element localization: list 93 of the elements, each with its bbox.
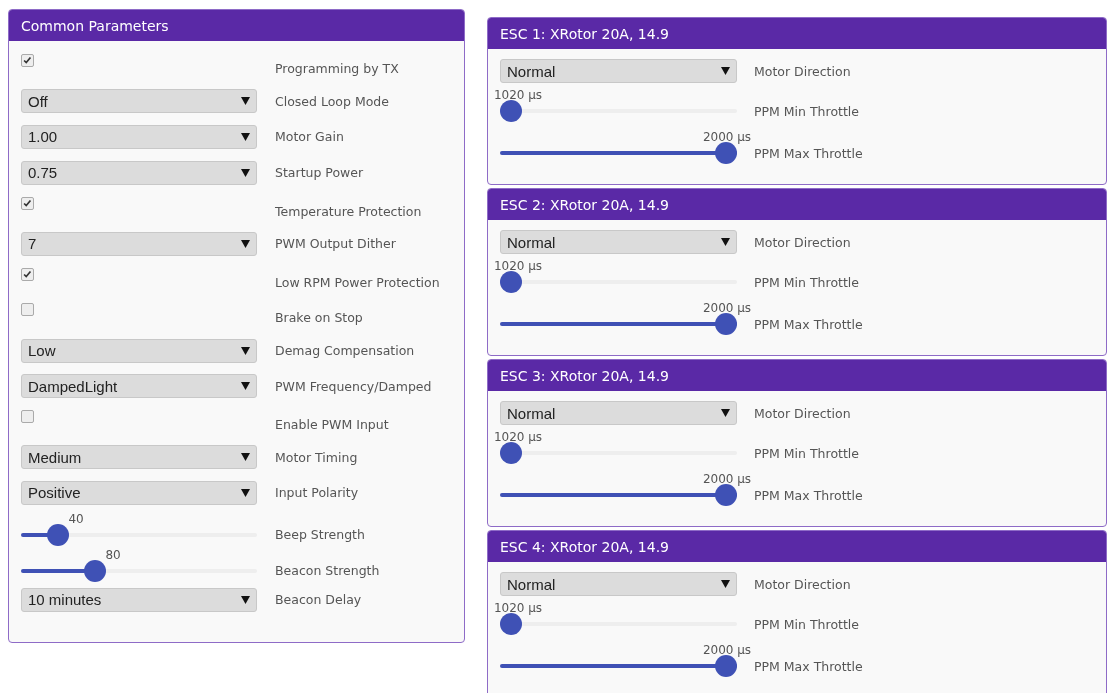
checkbox[interactable] (21, 54, 34, 68)
field-label: Motor Direction (754, 576, 852, 592)
dropdown[interactable]: Normal (500, 59, 737, 83)
slider-thumb[interactable] (715, 654, 737, 677)
field-label: Motor Direction (754, 405, 852, 421)
slider[interactable] (500, 312, 737, 335)
field-label: PPM Max Throttle (754, 487, 864, 503)
field-label: PWM Frequency/Damped (275, 378, 433, 394)
caret-icon (721, 580, 730, 588)
field-label: Motor Timing (275, 449, 359, 465)
caret-icon (241, 239, 250, 248)
check-icon (22, 197, 33, 209)
field-label: Beacon Strength (275, 562, 381, 578)
slider-thumb[interactable] (715, 141, 737, 164)
field-label: Motor Direction (754, 63, 852, 79)
slider-thumb[interactable] (500, 99, 522, 122)
caret-icon (241, 133, 250, 141)
slider-thumb[interactable] (715, 483, 737, 506)
field-label: Demag Compensation (275, 343, 416, 359)
slider[interactable] (500, 483, 737, 506)
field-label: Temperature Protection (275, 203, 423, 219)
caret-icon (241, 382, 250, 391)
field-label: Input Polarity (275, 485, 360, 501)
field-label: PPM Max Throttle (754, 316, 864, 332)
slider-value: 1020 µs (493, 258, 543, 273)
check-icon (22, 55, 33, 67)
field-label: PPM Min Throttle (754, 616, 861, 632)
field-label: PPM Min Throttle (754, 103, 861, 119)
dropdown[interactable]: Positive (21, 480, 257, 505)
caret-icon (241, 168, 250, 177)
panel-title: Common Parameters (21, 17, 169, 34)
slider-thumb[interactable] (500, 441, 522, 464)
field-label: PPM Min Throttle (754, 445, 861, 461)
field-label: Startup Power (275, 165, 365, 181)
checkbox[interactable] (21, 303, 34, 317)
caret-icon (241, 97, 250, 106)
dropdown[interactable]: Off (21, 89, 257, 114)
slider-value: 2000 µs (702, 642, 752, 657)
slider[interactable] (500, 141, 737, 164)
slider-thumb[interactable] (500, 270, 522, 293)
slider-value: 1020 µs (493, 87, 543, 102)
dropdown[interactable]: DampedLight (21, 374, 257, 399)
slider-thumb[interactable] (84, 559, 107, 582)
checkbox[interactable] (21, 410, 34, 424)
caret-icon (241, 346, 250, 355)
field-label: Motor Gain (275, 129, 345, 145)
panel-title: ESC 1: XRotor 20A, 14.9 (500, 25, 669, 42)
caret-icon (241, 488, 250, 497)
field-label: PPM Max Throttle (754, 658, 864, 674)
checkbox[interactable] (21, 267, 34, 281)
slider[interactable] (500, 654, 737, 677)
slider[interactable] (21, 524, 257, 546)
caret-icon (721, 238, 730, 246)
slider-value: 1020 µs (493, 600, 543, 615)
check-icon (22, 268, 33, 280)
panel-title: ESC 3: XRotor 20A, 14.9 (500, 367, 669, 384)
field-label: Closed Loop Mode (275, 93, 390, 109)
dropdown[interactable]: Medium (21, 445, 257, 470)
dropdown[interactable]: 7 (21, 231, 257, 256)
slider-thumb[interactable] (47, 524, 70, 546)
caret-icon (721, 409, 730, 417)
dropdown[interactable]: Normal (500, 572, 737, 596)
panel-title: ESC 4: XRotor 20A, 14.9 (500, 538, 669, 555)
field-label: PPM Max Throttle (754, 145, 864, 161)
slider-thumb[interactable] (500, 612, 522, 635)
field-label: Low RPM Power Protection (275, 274, 441, 290)
field-label: Motor Direction (754, 234, 852, 250)
field-label: PWM Output Dither (275, 236, 397, 252)
field-label: Beacon Delay (275, 592, 363, 608)
field-label: Brake on Stop (275, 310, 364, 326)
panel-title: ESC 2: XRotor 20A, 14.9 (500, 196, 669, 213)
slider[interactable] (21, 559, 257, 582)
dropdown[interactable]: Normal (500, 401, 737, 425)
slider-value: 2000 µs (702, 129, 752, 144)
dropdown[interactable]: 0.75 (21, 160, 257, 185)
field-label: Programming by TX (275, 61, 400, 77)
field-label: PPM Min Throttle (754, 274, 861, 290)
slider-value: 1020 µs (493, 429, 543, 444)
dropdown[interactable]: Normal (500, 230, 737, 254)
field-label: Enable PWM Input (275, 417, 390, 433)
slider-thumb[interactable] (715, 312, 737, 335)
dropdown[interactable]: 10 minutes (21, 587, 257, 612)
dropdown[interactable]: 1.00 (21, 125, 257, 149)
slider-value: 40 (68, 512, 84, 526)
caret-icon (241, 595, 250, 604)
checkbox[interactable] (21, 196, 34, 210)
slider-value: 2000 µs (702, 471, 752, 486)
dropdown[interactable]: Low (21, 338, 257, 363)
slider-value: 2000 µs (702, 300, 752, 315)
field-label: Beep Strength (275, 527, 366, 542)
slider-value: 80 (105, 547, 121, 562)
caret-icon (241, 453, 250, 462)
caret-icon (721, 67, 730, 75)
